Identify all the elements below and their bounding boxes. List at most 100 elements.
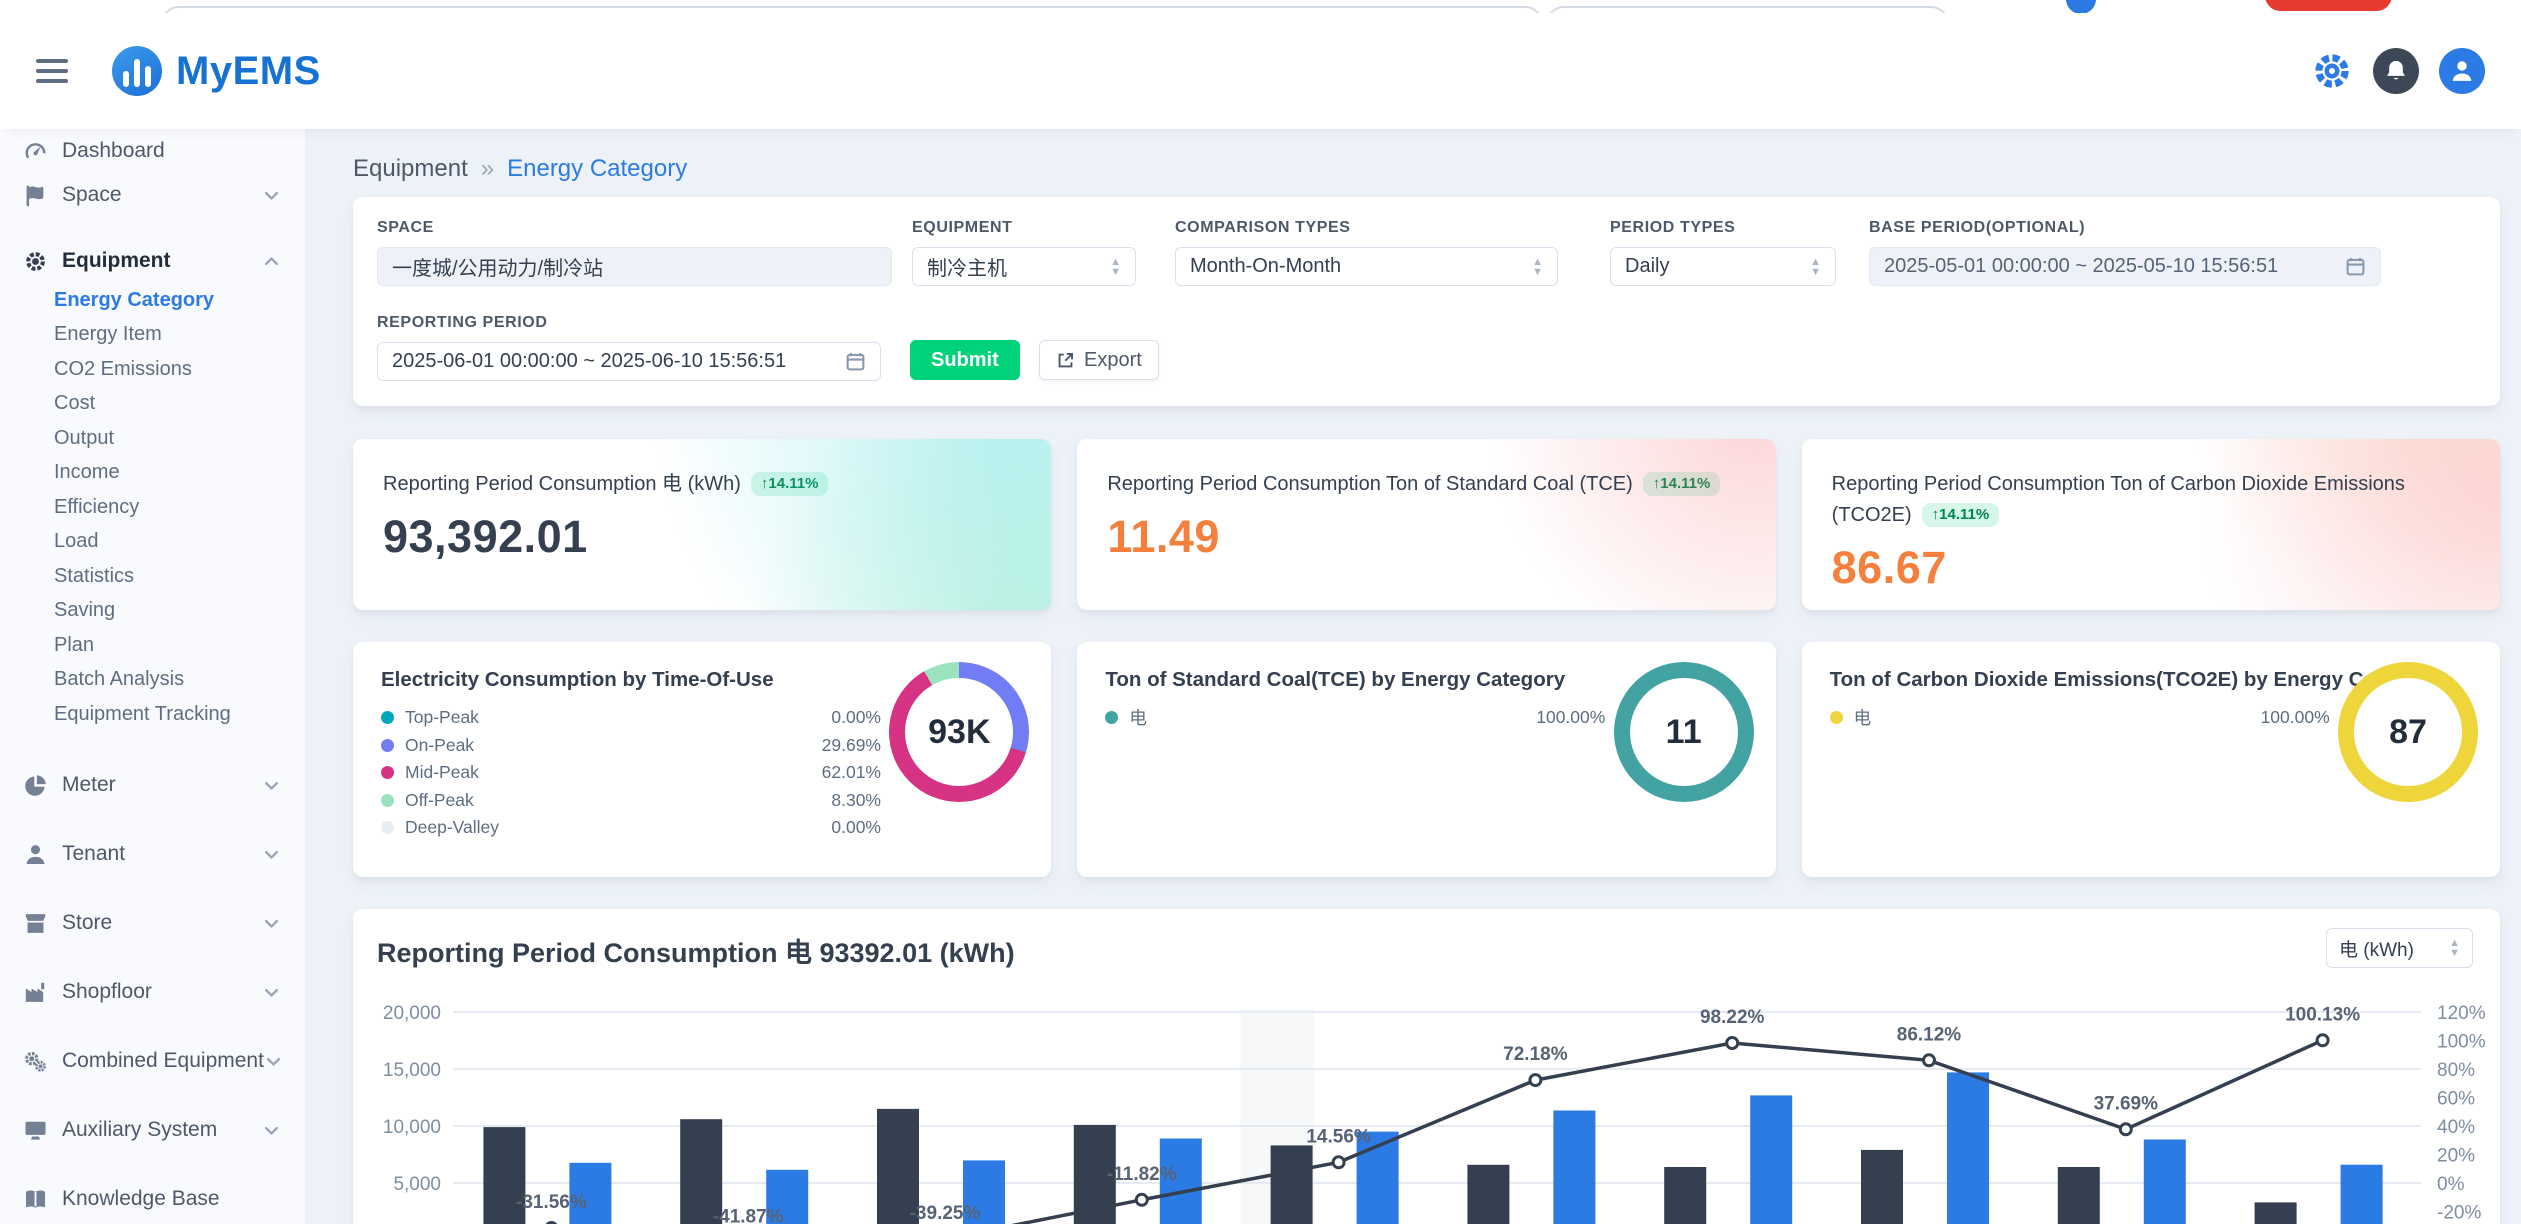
brand-name: MyEMS <box>176 49 321 94</box>
sidebar-item-dashboard[interactable]: Dashboard <box>0 131 305 171</box>
gauge-icon <box>23 139 48 164</box>
sidebar-subitem-load[interactable]: Load <box>0 525 305 559</box>
chart-title: Reporting Period Consumption 电 93392.01 … <box>377 931 1015 970</box>
legend-item[interactable]: 电100.00% <box>1105 704 1605 732</box>
donut-center-value: 87 <box>2338 662 2478 802</box>
legend-item[interactable]: Deep-Valley0.00% <box>381 814 881 842</box>
base-period-bar <box>2255 1202 2297 1224</box>
equipment-select[interactable]: 制冷主机 ▲▼ <box>912 247 1136 286</box>
period-types-field: PERIOD TYPES Daily ▲▼ <box>1610 219 1836 286</box>
sidebar-subitem-statistics[interactable]: Statistics <box>0 559 305 593</box>
sidebar-item-label: Store <box>62 911 112 935</box>
chart-legend: 电100.00% <box>1830 704 2330 732</box>
sidebar-subitem-label: Plan <box>54 634 94 657</box>
sidebar-subitem-plan[interactable]: Plan <box>0 628 305 662</box>
kpi-title: Reporting Period Consumption Ton of Stan… <box>1107 473 1632 495</box>
sidebar-nav: DashboardSpace Equipment Meter Tenant Store S… <box>0 129 306 1224</box>
person-icon <box>23 842 48 867</box>
sidebar-subitem-saving[interactable]: Saving <box>0 594 305 628</box>
svg-text:86.12%: 86.12% <box>1897 1024 1962 1045</box>
comparison-types-select[interactable]: Month-On-Month ▲▼ <box>1175 247 1558 286</box>
svg-text:-31.56%: -31.56% <box>516 1192 587 1213</box>
legend-item[interactable]: Mid-Peak62.01% <box>381 759 881 787</box>
sidebar-subitem-batch-analysis[interactable]: Batch Analysis <box>0 663 305 697</box>
legend-label: Top-Peak <box>405 707 479 728</box>
breadcrumb-energy-category[interactable]: Energy Category <box>507 155 687 183</box>
sidebar-item-meter[interactable]: Meter <box>0 765 305 805</box>
chevron-down-icon <box>262 776 281 795</box>
sidebar-item-combined-equipment[interactable]: Combined Equipment <box>0 1041 305 1081</box>
user-avatar-icon[interactable] <box>2439 48 2485 94</box>
svg-text:72.18%: 72.18% <box>1503 1044 1568 1065</box>
tco2e-donut-card: Ton of Carbon Dioxide Emissions(TCO2E) b… <box>1802 642 2500 877</box>
brand-logo[interactable]: MyEMS <box>112 46 321 96</box>
sidebar-item-tenant[interactable]: Tenant <box>0 834 305 874</box>
hamburger-menu-icon[interactable] <box>36 59 68 83</box>
legend-item[interactable]: 电100.00% <box>1830 704 2330 732</box>
sidebar-subitem-energy-category[interactable]: Energy Category <box>0 283 305 317</box>
chevron-down-icon <box>262 914 281 933</box>
reporting-period-bar <box>1750 1095 1792 1224</box>
main-content: Equipment » Energy Category SPACE 一度城/公用… <box>306 129 2521 1224</box>
sidebar-subitem-energy-item[interactable]: Energy Item <box>0 318 305 352</box>
donut-center-value: 11 <box>1614 662 1754 802</box>
export-icon <box>1056 351 1075 370</box>
sidebar-item-auxiliary-system[interactable]: Auxiliary System <box>0 1110 305 1150</box>
cropped-address-bar[interactable] <box>161 6 1543 13</box>
reporting-period-input[interactable]: 2025-06-01 00:00:00 ~ 2025-06-10 15:56:5… <box>377 342 881 381</box>
calendar-icon <box>845 351 866 372</box>
filter-panel: SPACE 一度城/公用动力/制冷站 EQUIPMENT 制冷主机 ▲▼ COM… <box>353 197 2500 406</box>
breadcrumb-equipment[interactable]: Equipment <box>353 155 468 183</box>
sidebar-item-equipment[interactable]: Equipment <box>0 241 305 281</box>
sidebar-item-shopfloor[interactable]: Shopfloor <box>0 972 305 1012</box>
sidebar-subitem-output[interactable]: Output <box>0 421 305 455</box>
delta-badge: ↑14.11% <box>751 472 829 496</box>
donut-chart: 87 <box>2338 662 2478 802</box>
legend-label: 电 <box>1854 705 1872 730</box>
cropped-search-box[interactable] <box>1546 6 1949 13</box>
select-arrows-icon: ▲▼ <box>1520 257 1543 277</box>
legend-item[interactable]: On-Peak29.69% <box>381 732 881 760</box>
sidebar-subitem-cost[interactable]: Cost <box>0 387 305 421</box>
legend-percent: 0.00% <box>831 817 881 838</box>
line-marker <box>1136 1194 1147 1205</box>
reporting-period-field: REPORTING PERIOD 2025-06-01 00:00:00 ~ 2… <box>377 314 881 381</box>
kpi-card-tco2e: Reporting Period Consumption Ton of Carb… <box>1802 439 2500 610</box>
legend-item[interactable]: Top-Peak0.00% <box>381 704 881 732</box>
sidebar-item-store[interactable]: Store <box>0 903 305 943</box>
settings-gear-icon[interactable] <box>2311 50 2353 92</box>
notifications-bell-icon[interactable] <box>2373 48 2419 94</box>
legend-percent: 29.69% <box>822 735 881 756</box>
line-marker <box>2317 1035 2328 1046</box>
equipment-label: EQUIPMENT <box>912 219 1136 237</box>
sidebar-item-label: Auxiliary System <box>62 1118 217 1142</box>
sidebar-item-space[interactable]: Space <box>0 175 305 215</box>
line-marker <box>1530 1075 1541 1086</box>
submit-button[interactable]: Submit <box>910 340 1020 380</box>
chevron-down-icon <box>262 845 281 864</box>
sidebar-subitem-efficiency[interactable]: Efficiency <box>0 490 305 524</box>
gears-icon <box>23 1049 48 1074</box>
base-period-label: BASE PERIOD(OPTIONAL) <box>1869 219 2381 237</box>
sidebar-item-knowledge-base[interactable]: Knowledge Base <box>0 1179 305 1219</box>
sidebar-subitem-co2-emissions[interactable]: CO2 Emissions <box>0 352 305 386</box>
chart-legend: 电100.00% <box>1105 704 1605 732</box>
sidebar-subitem-equipment-tracking[interactable]: Equipment Tracking <box>0 697 305 731</box>
sidebar-subitem-label: Equipment Tracking <box>54 703 231 726</box>
unit-select[interactable]: 电 (kWh) ▲▼ <box>2326 928 2473 968</box>
space-input[interactable]: 一度城/公用动力/制冷站 <box>377 247 892 286</box>
flag-icon <box>23 183 48 208</box>
period-types-select[interactable]: Daily ▲▼ <box>1610 247 1836 286</box>
mom-change-line <box>551 1040 2322 1224</box>
kpi-value: 93,392.01 <box>383 511 1021 563</box>
base-period-input[interactable]: 2025-05-01 00:00:00 ~ 2025-05-10 15:56:5… <box>1869 247 2381 286</box>
sidebar-subitem-label: Efficiency <box>54 496 139 519</box>
reporting-period-label: REPORTING PERIOD <box>377 314 881 332</box>
sidebar-subitem-label: CO2 Emissions <box>54 358 192 381</box>
base-period-field: BASE PERIOD(OPTIONAL) 2025-05-01 00:00:0… <box>1869 219 2381 286</box>
cropped-action-button[interactable] <box>2265 0 2392 11</box>
export-button[interactable]: Export <box>1039 340 1159 380</box>
cropped-account-button[interactable] <box>2066 0 2096 13</box>
legend-item[interactable]: Off-Peak8.30% <box>381 787 881 815</box>
sidebar-subitem-income[interactable]: Income <box>0 456 305 490</box>
